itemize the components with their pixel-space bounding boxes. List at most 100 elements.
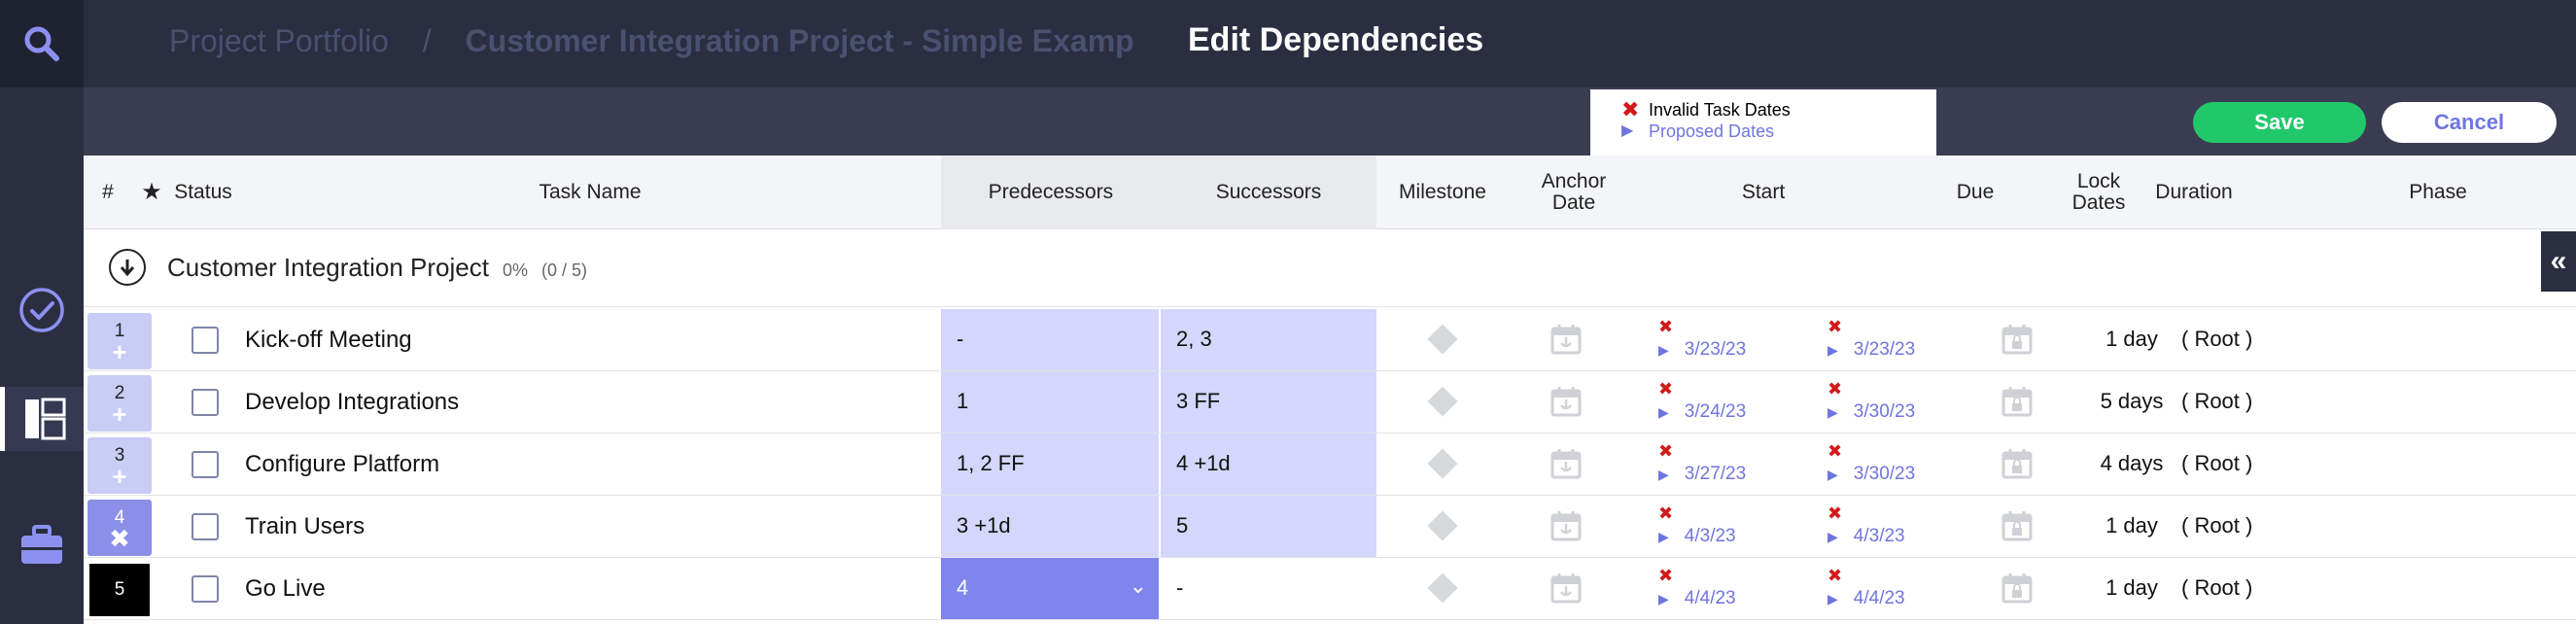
chevron-down-icon[interactable]: ⌄	[1130, 573, 1147, 599]
phase-value[interactable]: ( Root )	[2181, 513, 2252, 538]
start-date-cell[interactable]: ✖ ▶ 3/27/23	[1658, 439, 1746, 486]
due-date-cell[interactable]: ✖ ▶ 4/4/23	[1828, 564, 1905, 610]
task-name[interactable]: Go Live	[245, 575, 326, 603]
successors-cell[interactable]: -	[1161, 558, 1376, 619]
start-date-cell[interactable]: ✖ ▶ 3/24/23	[1658, 377, 1746, 424]
task-name[interactable]: Train Users	[245, 513, 365, 540]
phase-value[interactable]: ( Root )	[2181, 575, 2252, 601]
col-header-star[interactable]: ★	[132, 156, 171, 229]
lock-calendar-icon[interactable]	[2001, 572, 2034, 605]
sidebar-portfolio-button[interactable]	[0, 513, 84, 577]
col-header-predecessors[interactable]: Predecessors	[941, 156, 1161, 229]
phase-value[interactable]: ( Root )	[2181, 389, 2252, 414]
cancel-button[interactable]: Cancel	[2382, 102, 2557, 143]
invalid-x-icon: ✖	[1658, 503, 1674, 523]
due-date-cell[interactable]: ✖ ▶ 4/3/23	[1828, 502, 1905, 548]
predecessors-cell[interactable]: -	[941, 309, 1159, 370]
start-date: 3/27/23	[1684, 464, 1747, 484]
task-name[interactable]: Develop Integrations	[245, 389, 459, 416]
app-sidebar	[0, 0, 84, 624]
table-header: # ★ Status Task Name Predecessors Succes…	[84, 156, 2576, 229]
milestone-diamond-icon[interactable]	[1427, 510, 1458, 541]
lock-calendar-icon[interactable]	[2001, 509, 2034, 542]
due-date: 3/23/23	[1853, 339, 1916, 360]
layout-panel-icon	[24, 398, 65, 440]
sidebar-projects-button[interactable]	[0, 387, 84, 451]
breadcrumb-portfolio-link[interactable]: Project Portfolio	[169, 23, 389, 58]
col-header-phase[interactable]: Phase	[2251, 156, 2576, 229]
col-header-status[interactable]: Status	[169, 156, 237, 229]
start-date-cell[interactable]: ✖ ▶ 3/23/23	[1658, 315, 1746, 362]
col-header-anchor-date[interactable]: Anchor Date	[1509, 156, 1639, 229]
predecessors-cell[interactable]: 3 +1d	[941, 496, 1159, 557]
phase-value[interactable]: ( Root )	[2181, 451, 2252, 476]
status-checkbox[interactable]	[191, 389, 219, 416]
breadcrumb-project[interactable]: Customer Integration Project - Simple Ex…	[466, 23, 1134, 58]
breadcrumb-separator: /	[422, 23, 432, 58]
task-name[interactable]: Configure Platform	[245, 451, 439, 478]
row-number-badge[interactable]: 5	[87, 562, 152, 618]
legend-invalid-label: Invalid Task Dates	[1649, 100, 1791, 120]
row-number-badge[interactable]: 4 ✖	[87, 500, 152, 556]
anchor-calendar-icon[interactable]	[1549, 323, 1583, 356]
anchor-calendar-icon[interactable]	[1549, 509, 1583, 542]
add-icon[interactable]: +	[112, 464, 126, 489]
due-date-cell[interactable]: ✖ ▶ 3/23/23	[1828, 315, 1915, 362]
due-date: 4/3/23	[1853, 526, 1905, 546]
start-date-cell[interactable]: ✖ ▶ 4/4/23	[1658, 564, 1736, 610]
proposed-triangle-icon: ▶	[1828, 591, 1838, 607]
row-number-badge[interactable]: 3 +	[87, 437, 152, 494]
col-header-start[interactable]: Start	[1639, 156, 1888, 229]
col-header-lock-dates[interactable]: Lock Dates	[2063, 156, 2135, 229]
status-checkbox[interactable]	[191, 575, 219, 603]
remove-icon[interactable]: ✖	[109, 526, 130, 551]
lock-calendar-icon[interactable]	[2001, 447, 2034, 480]
check-circle-icon	[19, 288, 64, 332]
start-date-cell[interactable]: ✖ ▶ 4/3/23	[1658, 502, 1736, 548]
panel-collapse-button[interactable]: «	[2541, 231, 2576, 292]
group-count: (0 / 5)	[540, 260, 587, 280]
save-button[interactable]: Save	[2193, 102, 2366, 143]
col-header-due[interactable]: Due	[1888, 156, 2063, 229]
milestone-diamond-icon[interactable]	[1427, 386, 1458, 417]
milestone-diamond-icon[interactable]	[1427, 448, 1458, 479]
predecessors-value: 3 +1d	[957, 513, 1011, 537]
proposed-triangle-icon: ▶	[1658, 529, 1669, 544]
successors-cell[interactable]: 5	[1161, 496, 1376, 557]
successors-cell[interactable]: 2, 3	[1161, 309, 1376, 370]
lock-calendar-icon[interactable]	[2001, 323, 2034, 356]
status-checkbox[interactable]	[191, 327, 219, 354]
predecessors-value: 1	[957, 389, 969, 413]
successors-cell[interactable]: 4 +1d	[1161, 433, 1376, 495]
anchor-calendar-icon[interactable]	[1549, 385, 1583, 418]
anchor-calendar-icon[interactable]	[1549, 572, 1583, 605]
status-checkbox[interactable]	[191, 451, 219, 478]
lock-calendar-icon[interactable]	[2001, 385, 2034, 418]
predecessors-cell[interactable]: 1	[941, 371, 1159, 433]
col-header-task-name[interactable]: Task Name	[239, 156, 941, 229]
row-number-badge[interactable]: 2 +	[87, 375, 152, 432]
add-icon[interactable]: +	[112, 339, 126, 364]
milestone-diamond-icon[interactable]	[1427, 324, 1458, 355]
predecessors-cell[interactable]: 4 ⌄	[941, 558, 1159, 619]
search-icon	[24, 26, 59, 61]
col-header-milestone[interactable]: Milestone	[1376, 156, 1509, 229]
milestone-diamond-icon[interactable]	[1427, 572, 1458, 604]
task-name[interactable]: Kick-off Meeting	[245, 327, 412, 354]
col-header-duration[interactable]: Duration	[2137, 156, 2251, 229]
successors-cell[interactable]: 3 FF	[1161, 371, 1376, 433]
row-number-badge[interactable]: 1 +	[87, 313, 152, 369]
group-collapse-toggle[interactable]	[109, 249, 146, 286]
add-icon[interactable]: +	[112, 401, 126, 427]
anchor-calendar-icon[interactable]	[1549, 447, 1583, 480]
phase-value[interactable]: ( Root )	[2181, 327, 2252, 352]
due-date-cell[interactable]: ✖ ▶ 3/30/23	[1828, 439, 1915, 486]
due-date-cell[interactable]: ✖ ▶ 3/30/23	[1828, 377, 1915, 424]
start-date: 4/4/23	[1684, 588, 1736, 608]
col-header-lock-line1: Lock	[2076, 170, 2121, 192]
predecessors-cell[interactable]: 1, 2 FF	[941, 433, 1159, 495]
sidebar-tasks-button[interactable]	[0, 278, 84, 342]
status-checkbox[interactable]	[191, 513, 219, 540]
search-button[interactable]	[0, 0, 84, 87]
col-header-successors[interactable]: Successors	[1161, 156, 1376, 229]
